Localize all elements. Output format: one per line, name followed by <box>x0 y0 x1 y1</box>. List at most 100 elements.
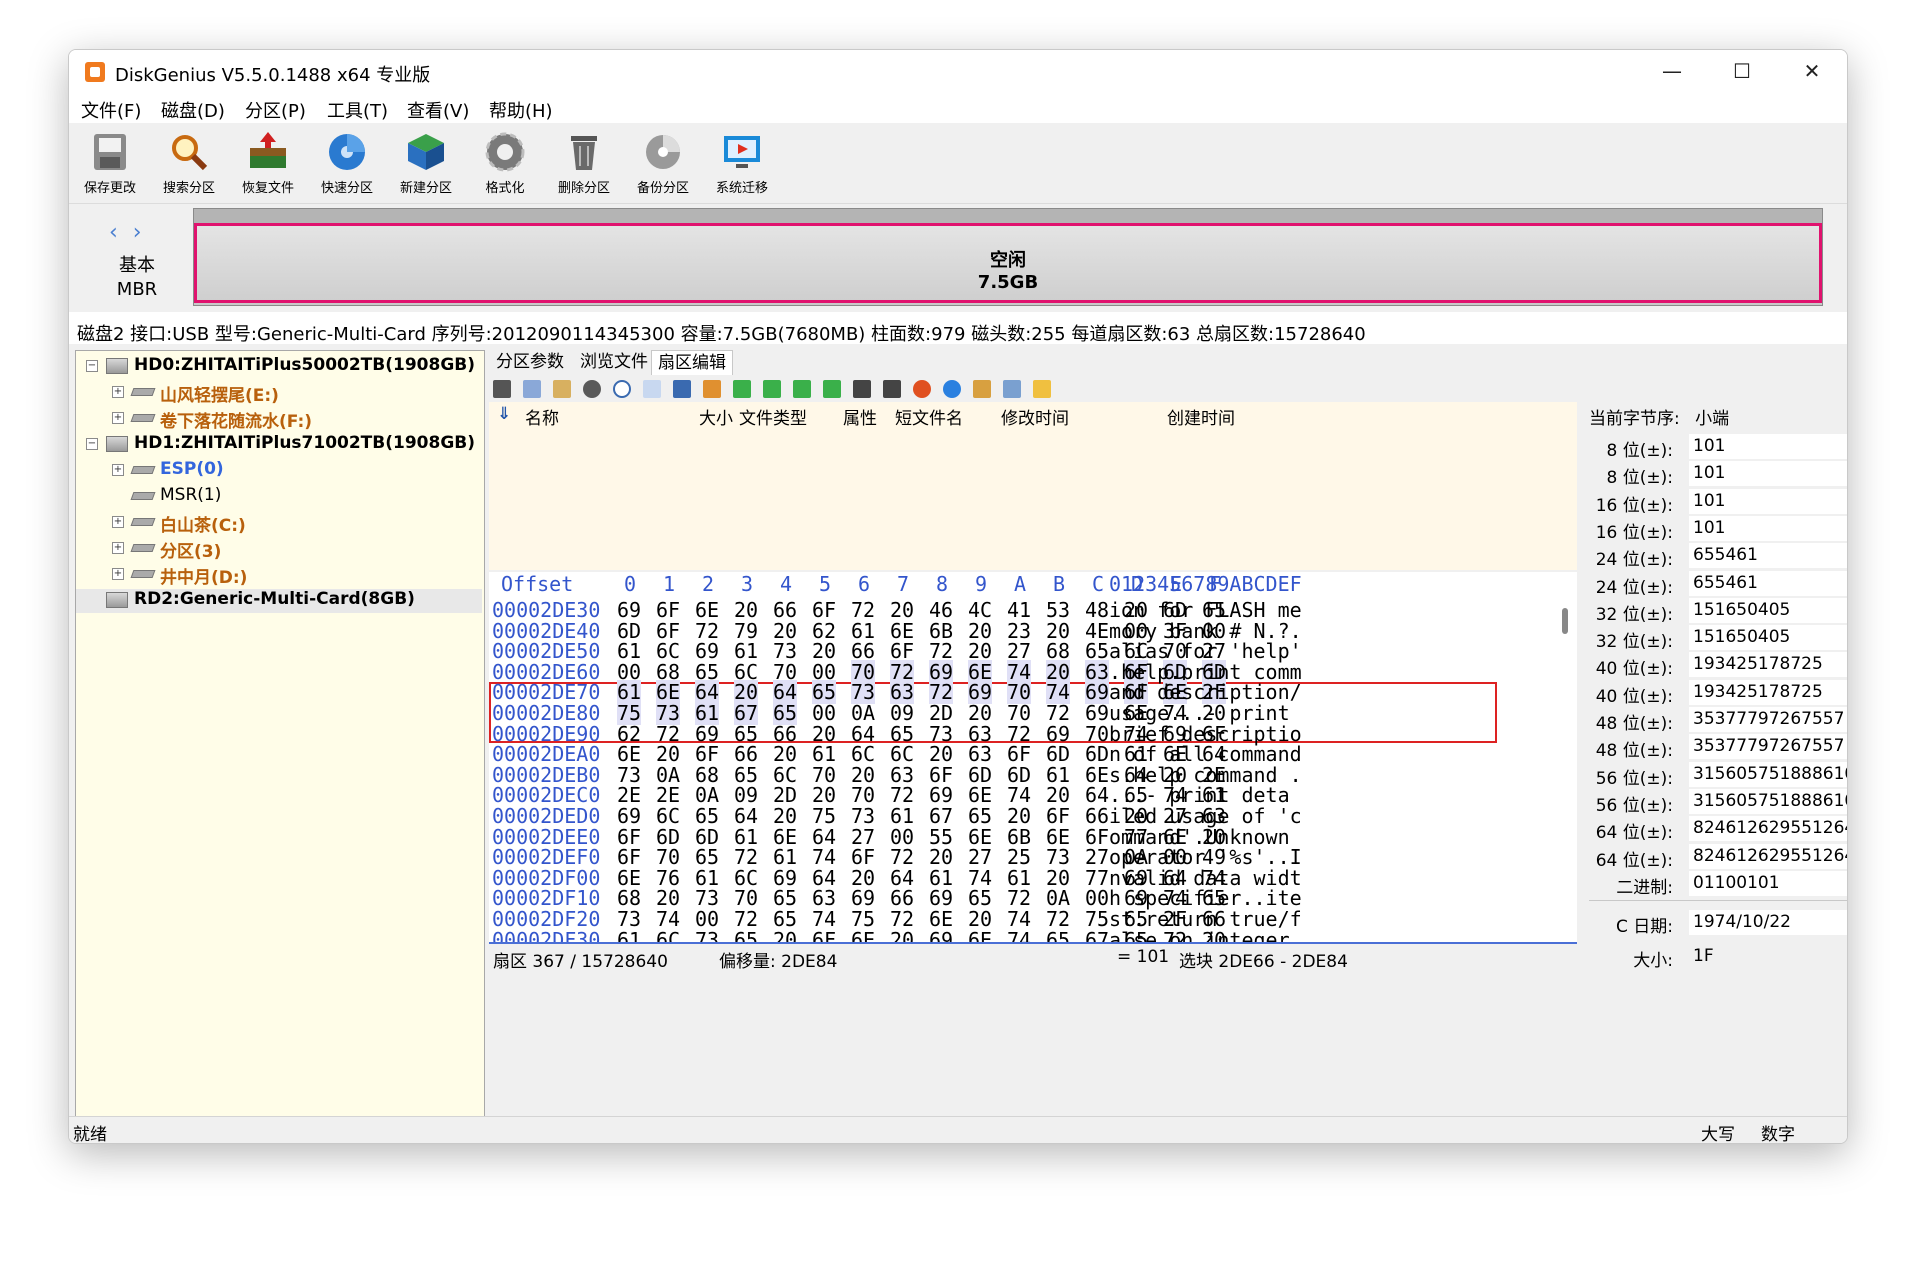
save-changes-button[interactable]: 保存更改 <box>73 128 147 200</box>
next-sector-icon[interactable] <box>763 380 781 398</box>
backup-partition-button[interactable]: 备份分区 <box>626 128 700 200</box>
menu-partition[interactable]: 分区(P) <box>245 97 306 123</box>
inspector-value[interactable]: 655461 <box>1689 543 1847 569</box>
inspector-value[interactable]: 193425178725 <box>1689 652 1847 678</box>
tree-item[interactable]: + ESP(0) <box>76 459 482 483</box>
col-type[interactable]: 文件类型 <box>739 404 807 429</box>
expand-icon[interactable]: + <box>112 412 124 424</box>
hex-byte[interactable]: 6E <box>851 928 875 942</box>
delete-partition-button[interactable]: 删除分区 <box>547 128 621 200</box>
menu-disk[interactable]: 磁盘(D) <box>161 97 225 123</box>
recover-files-button[interactable]: 恢复文件 <box>231 128 305 200</box>
tree-item[interactable]: − HD1:ZHITAITiPlus71002TB(1908GB) <box>76 433 482 457</box>
maximize-button[interactable]: ☐ <box>1707 50 1777 93</box>
template-icon[interactable] <box>913 380 931 398</box>
date-value[interactable]: 1974/10/22 <box>1689 910 1847 935</box>
tree-item[interactable]: − HD0:ZHITAITiPlus50002TB(1908GB) <box>76 355 482 379</box>
inspector-value[interactable]: 35377797267557 <box>1689 707 1847 732</box>
expand-icon[interactable]: + <box>112 516 124 528</box>
free-space-block[interactable]: 空闲 7.5GB <box>194 223 1822 303</box>
expand-icon[interactable]: + <box>112 542 124 554</box>
bookmark-icon[interactable] <box>703 380 721 398</box>
clone-icon[interactable] <box>973 380 991 398</box>
hex-byte[interactable]: 20 <box>890 928 914 942</box>
inspector-value[interactable]: 31560575188861029 <box>1689 788 1847 814</box>
first-sector-icon[interactable] <box>733 380 751 398</box>
col-short-name[interactable]: 短文件名 <box>895 404 963 429</box>
quick-partition-button[interactable]: 快速分区 <box>310 128 384 200</box>
col-size[interactable]: 大小 <box>699 404 733 429</box>
tab-sector-editor[interactable]: 扇区编辑 <box>651 350 733 375</box>
minimize-button[interactable]: — <box>1637 50 1707 93</box>
grid-icon[interactable] <box>1003 380 1021 398</box>
tab-partition-params[interactable]: 分区参数 <box>490 350 570 374</box>
inspector-value[interactable]: 35377797267557 <box>1689 734 1847 760</box>
copy-icon[interactable] <box>523 380 541 398</box>
hex-byte[interactable]: 61 <box>617 928 641 942</box>
hex-byte[interactable]: 6F <box>812 928 836 942</box>
find-icon[interactable] <box>613 380 631 398</box>
tree-item[interactable]: + 卷下落花随流水(F:) <box>76 407 482 432</box>
format-button[interactable]: 格式化 <box>468 128 542 200</box>
find-next-icon[interactable] <box>643 380 661 398</box>
inspector-value[interactable]: 8246126295512645733 <box>1689 816 1847 842</box>
collapse-icon[interactable]: − <box>86 438 98 450</box>
open-folder-icon[interactable] <box>1033 380 1051 398</box>
expand-icon[interactable]: + <box>112 386 124 398</box>
menu-tools[interactable]: 工具(T) <box>327 97 388 123</box>
menu-help[interactable]: 帮助(H) <box>489 97 553 123</box>
inspector-value[interactable]: 655461 <box>1689 570 1847 596</box>
expand-icon[interactable]: + <box>112 568 124 580</box>
col-created[interactable]: 创建时间 <box>1167 404 1235 429</box>
disk-nav-arrows[interactable]: ‹ › <box>109 220 146 245</box>
hex-row[interactable]: 00002DF30 61 6C 73 65 20 6F 6E 20 69 6E 74 65 67 65 72 2… <box>489 928 1577 942</box>
inspector-value[interactable]: 151650405 <box>1689 597 1847 623</box>
tree-item[interactable]: + 白山茶(C:) <box>76 511 482 536</box>
search-partition-button[interactable]: 搜索分区 <box>152 128 226 200</box>
hex-byte[interactable]: 65 <box>734 928 758 942</box>
inspector-value[interactable]: 8246126295512645733 <box>1689 843 1847 869</box>
tab-browse-files[interactable]: 浏览文件 <box>574 350 654 374</box>
undo-edit-icon[interactable] <box>853 380 871 398</box>
col-name[interactable]: 名称 <box>525 404 559 429</box>
col-modified[interactable]: 修改时间 <box>1001 404 1069 429</box>
inspector-value[interactable]: 31560575188861029 <box>1689 761 1847 787</box>
hex-byte[interactable]: 6C <box>656 928 680 942</box>
new-partition-button[interactable]: 新建分区 <box>389 128 463 200</box>
tree-item[interactable]: + 井中月(D:) <box>76 563 482 588</box>
expand-icon[interactable]: + <box>112 464 124 476</box>
hex-byte[interactable]: 6E <box>968 928 992 942</box>
prev-sector-icon[interactable] <box>793 380 811 398</box>
inspector-value[interactable]: 101 <box>1689 488 1847 514</box>
goto-icon[interactable] <box>673 380 691 398</box>
inspector-value[interactable]: 101 <box>1689 461 1847 487</box>
hex-byte[interactable]: 65 <box>1046 928 1070 942</box>
disk-view-icon[interactable] <box>943 380 961 398</box>
tree-item[interactable]: MSR(1) <box>76 485 482 509</box>
hex-byte[interactable]: 74 <box>1007 928 1031 942</box>
sort-arrow-icon[interactable]: ⇓ <box>497 404 511 424</box>
hex-byte[interactable]: 67 <box>1085 928 1109 942</box>
inspector-value[interactable]: 101 <box>1689 434 1847 459</box>
hex-editor[interactable]: Offset 0 1 2 3 4 5 6 7 8 9 A B C D E F 0123456789ABCDEF 0… <box>489 572 1577 944</box>
tree-item[interactable]: + 山风轻摆尾(E:) <box>76 381 482 406</box>
menu-file[interactable]: 文件(F) <box>81 97 141 123</box>
byte-order-value[interactable]: 小端 <box>1695 409 1729 429</box>
menu-view[interactable]: 查看(V) <box>407 97 469 123</box>
close-button[interactable]: ✕ <box>1777 50 1847 93</box>
system-migration-button[interactable]: 系统迁移 <box>705 128 779 200</box>
hex-byte[interactable]: 69 <box>929 928 953 942</box>
inspector-value[interactable]: 101 <box>1689 515 1847 541</box>
hex-byte[interactable]: 20 <box>773 928 797 942</box>
paste-icon[interactable] <box>553 380 571 398</box>
save-icon[interactable] <box>493 380 511 398</box>
collapse-icon[interactable]: − <box>86 360 98 372</box>
redo-edit-icon[interactable] <box>883 380 901 398</box>
inspector-value[interactable]: 01100101 <box>1689 870 1847 896</box>
last-sector-icon[interactable] <box>823 380 841 398</box>
tree-item[interactable]: RD2:Generic-Multi-Card(8GB) <box>76 589 482 613</box>
inspector-value[interactable]: 193425178725 <box>1689 679 1847 705</box>
col-attr[interactable]: 属性 <box>843 404 877 429</box>
undo-icon[interactable] <box>583 380 601 398</box>
inspector-value[interactable]: 151650405 <box>1689 625 1847 651</box>
